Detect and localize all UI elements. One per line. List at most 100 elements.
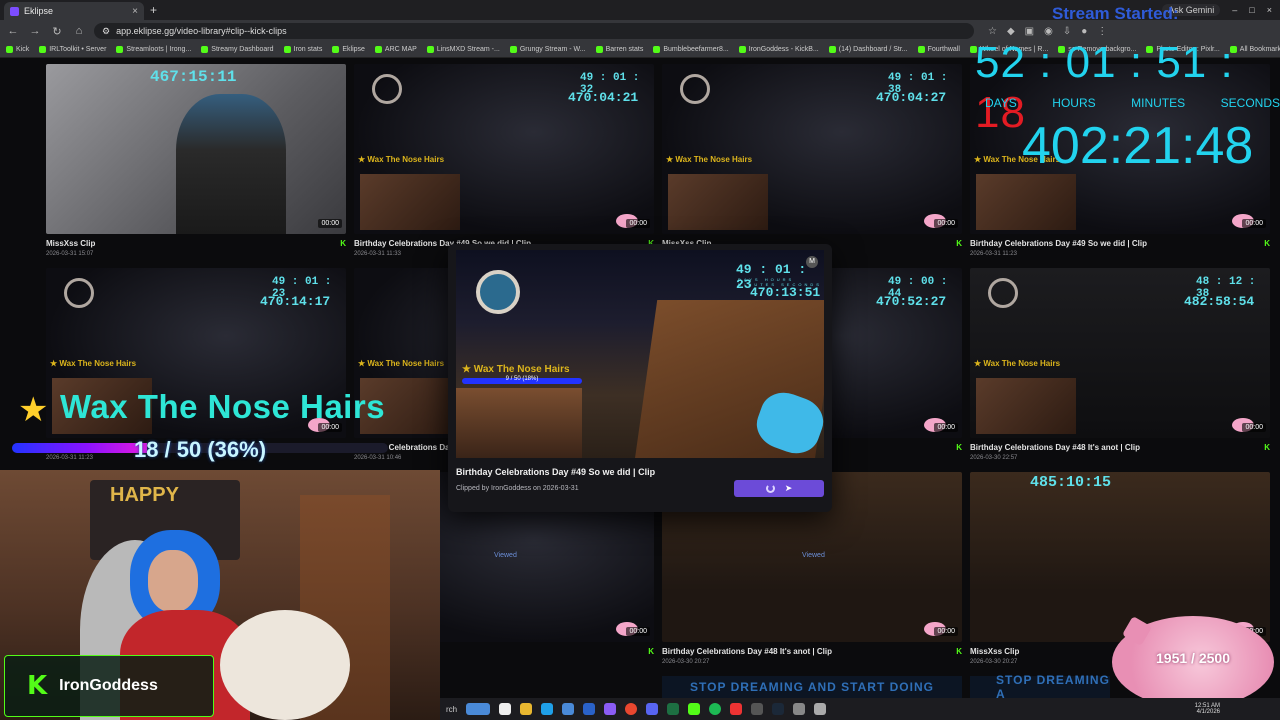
extension-icon[interactable]: ◆ bbox=[1007, 26, 1015, 37]
steam-icon[interactable] bbox=[772, 703, 785, 715]
bookmark-item[interactable]: Kick bbox=[6, 46, 29, 53]
bookmark-item[interactable]: ARC MAP bbox=[374, 46, 417, 53]
excel-icon[interactable] bbox=[667, 703, 680, 715]
tab-close-icon[interactable]: × bbox=[132, 6, 138, 17]
clip-title[interactable]: Birthday Celebrations Day #48 It's anot … bbox=[970, 443, 1140, 452]
bookmark-label: IRLToolkit • Server bbox=[49, 46, 107, 53]
settings-icon[interactable] bbox=[793, 703, 806, 715]
clip-card[interactable]: 49 : 01 : 32 470:04:21 ★ Wax The Nose Hair… bbox=[354, 64, 654, 257]
spotify-icon[interactable] bbox=[709, 703, 722, 715]
clip-title[interactable]: Birthday Celebrations Day #48 It's anot … bbox=[662, 647, 832, 656]
preview-menu-badge[interactable]: M bbox=[806, 256, 818, 268]
clip-thumbnail[interactable]: 49 : 01 : 38 470:04:27 ★ Wax The Nose Hair… bbox=[662, 64, 962, 234]
taskbar-app-icon[interactable] bbox=[730, 703, 743, 715]
bookmark-item[interactable]: LinsMXD Stream -... bbox=[426, 46, 500, 53]
clip-thumbnail[interactable]: 49 : 01 : 32 470:04:21 ★ Wax The Nose Hair… bbox=[354, 64, 654, 234]
pig-goal-text: 1951 / 2500 bbox=[1156, 650, 1230, 666]
thumb-goal: ★ Wax The Nose Hairs bbox=[50, 359, 137, 368]
clip-title-row: Birthday Celebrations Day #48 It's anot … bbox=[662, 647, 962, 656]
bookmark-label: IronGoddess - KickB... bbox=[748, 46, 819, 53]
bookmark-item[interactable]: IronGoddess - KickB... bbox=[738, 46, 819, 53]
wheel-icon bbox=[372, 74, 402, 104]
url-input[interactable]: ⚙ app.eklipse.gg/video-library#clip--kic… bbox=[94, 23, 974, 39]
bookmark-favicon-icon bbox=[917, 46, 925, 53]
bookmark-item[interactable]: Bumblebeefarmer8... bbox=[653, 46, 729, 53]
menu-icon[interactable]: ⋮ bbox=[1097, 26, 1107, 37]
profile-icon[interactable]: ● bbox=[1081, 26, 1087, 37]
kick-icon[interactable] bbox=[688, 703, 701, 715]
clip-card[interactable]: 49 : 01 : 23 470:14:17 ★ Wax The Nose Hair… bbox=[46, 268, 346, 461]
close-window-button[interactable]: × bbox=[1267, 5, 1272, 15]
bookmark-item[interactable]: IRLToolkit • Server bbox=[39, 46, 106, 53]
back-arrow-icon[interactable]: ← bbox=[6, 25, 20, 37]
bookmark-star-icon[interactable]: ☆ bbox=[988, 26, 997, 37]
minimize-button[interactable]: – bbox=[1232, 5, 1237, 15]
bookmark-item[interactable]: Eklipse bbox=[332, 46, 365, 53]
bookmark-item[interactable]: Streamy Dashboard bbox=[201, 46, 274, 53]
total-stream-time: 402:21:48 bbox=[1022, 117, 1254, 175]
taskbar-app-icon[interactable] bbox=[466, 703, 491, 715]
extension-icon[interactable]: ▣ bbox=[1025, 26, 1034, 37]
thumb-goal: ★ Wax The Nose Hairs bbox=[666, 155, 753, 164]
forward-arrow-icon[interactable]: → bbox=[28, 25, 42, 37]
clock[interactable]: 12:51 AM 4/1/2026 bbox=[1195, 703, 1280, 715]
clip-thumbnail[interactable]: 485:10:1500:00 bbox=[970, 472, 1270, 642]
wheel-icon bbox=[680, 74, 710, 104]
eklipse-favicon-icon bbox=[10, 6, 19, 16]
bookmark-item[interactable]: Grungy Stream - W... bbox=[509, 46, 586, 53]
goal-progress-text: 18 / 50 (36%) bbox=[133, 437, 267, 462]
home-icon[interactable]: ⌂ bbox=[72, 25, 86, 37]
maximize-button[interactable]: □ bbox=[1249, 5, 1254, 15]
clip-thumbnail[interactable]: 467:15:11 00:00 bbox=[46, 64, 346, 234]
thumb-timer: 470:04:21 bbox=[568, 90, 639, 105]
thumb-timer: 470:52:27 bbox=[876, 294, 947, 309]
bookmark-item[interactable]: Iron stats bbox=[283, 46, 322, 53]
clip-title-row: Birthday Celebrations Day #49 So we did … bbox=[970, 239, 1270, 248]
obs-icon[interactable] bbox=[751, 703, 764, 715]
bookmark-label: Kick bbox=[16, 46, 30, 53]
bookmark-label: LinsMXD Stream -... bbox=[436, 46, 500, 53]
new-tab-button[interactable]: + bbox=[150, 3, 157, 17]
bookmark-item[interactable]: Streamloots | Irong... bbox=[116, 46, 191, 53]
preview-title: Birthday Celebrations Day #49 So we did … bbox=[456, 467, 656, 477]
clip-title[interactable]: Birthday Celebrations Day #49 So we did … bbox=[970, 239, 1147, 248]
clip-title[interactable]: MissXss Clip bbox=[46, 239, 95, 248]
bookmark-item[interactable]: Fourthwall bbox=[917, 46, 960, 53]
timer-sep: : bbox=[1039, 38, 1053, 87]
bookmark-favicon-icon bbox=[374, 46, 382, 53]
clip-thumbnail[interactable]: 48 : 12 : 38 482:58:54 ★ Wax The Nose Hair… bbox=[970, 268, 1270, 438]
bookmark-favicon-icon bbox=[201, 46, 209, 53]
timer-hours: 01 bbox=[1065, 38, 1117, 87]
thumb-webcam bbox=[976, 174, 1076, 230]
unit-days: DAYS bbox=[985, 96, 1017, 110]
thumb-goal-text: Wax The Nose Hairs bbox=[367, 155, 445, 164]
bookmark-label: Streamy Dashboard bbox=[211, 46, 274, 53]
tab-eklipse[interactable]: Eklipse × bbox=[4, 2, 144, 20]
taskbar-app-icon[interactable] bbox=[562, 703, 575, 715]
preview-video[interactable]: 49 : 01 : 23 DAYS HOURS MINUTES SECONDS … bbox=[456, 250, 824, 458]
wheel-icon bbox=[64, 278, 94, 308]
extension-icon[interactable]: ◉ bbox=[1044, 26, 1053, 37]
taskbar-app-icon[interactable] bbox=[583, 703, 596, 715]
taskbar-app-icon[interactable] bbox=[604, 703, 617, 715]
clip-card[interactable]: 467:15:11 00:00 MissXss Clip K 2026-03-31 15… bbox=[46, 64, 346, 257]
discord-icon[interactable] bbox=[646, 703, 659, 715]
folder-icon[interactable] bbox=[520, 703, 533, 715]
clip-title[interactable]: MissXss Clip bbox=[970, 647, 1019, 656]
chrome-icon[interactable] bbox=[625, 703, 638, 715]
goal-progress-bar: 18 / 50 (36%) bbox=[12, 437, 388, 462]
site-info-icon[interactable]: ⚙ bbox=[102, 26, 110, 37]
thumb-webcam bbox=[360, 174, 460, 230]
clip-card[interactable]: 49 : 01 : 38 470:04:27 ★ Wax The Nose Hair… bbox=[662, 64, 962, 251]
bookmark-item[interactable]: (14) Dashboard / Str... bbox=[828, 46, 908, 53]
taskbar-search[interactable]: rch bbox=[446, 705, 457, 714]
reload-icon[interactable]: ↻ bbox=[50, 25, 64, 38]
download-icon[interactable]: ⇩ bbox=[1063, 26, 1071, 37]
clip-card[interactable]: 48 : 12 : 38 482:58:54 ★ Wax The Nose Hair… bbox=[970, 268, 1270, 461]
bookmark-item[interactable]: Barren stats bbox=[595, 46, 643, 53]
edge-icon[interactable] bbox=[541, 703, 554, 715]
preview-action-button[interactable]: ➤ bbox=[734, 480, 824, 497]
taskbar-app-icon[interactable] bbox=[499, 703, 512, 715]
unit-minutes: MINUTES bbox=[1131, 96, 1186, 110]
taskbar-app-icon[interactable] bbox=[814, 703, 827, 715]
